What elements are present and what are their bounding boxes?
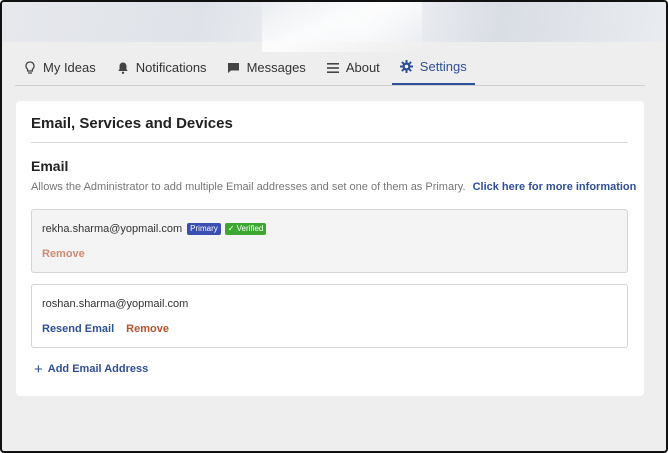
email-actions: Remove bbox=[42, 248, 97, 260]
tab-notifications[interactable]: Notifications bbox=[108, 50, 215, 85]
email-address-row: rekha.sharma@yopmail.com Primary ✓ Verif… bbox=[42, 223, 267, 235]
plus-icon: + bbox=[34, 360, 43, 378]
email-address: rekha.sharma@yopmail.com bbox=[42, 223, 183, 235]
email-entry-secondary: roshan.sharma@yopmail.com Resend Email R… bbox=[31, 284, 628, 348]
tab-about[interactable]: About bbox=[318, 50, 388, 85]
tab-bar: My Ideas Notifications Messages About Se… bbox=[15, 50, 645, 86]
more-info-link[interactable]: Click here for more information bbox=[473, 181, 637, 193]
description-text: Allows the Administrator to add multiple… bbox=[31, 181, 466, 193]
email-actions: Resend Email Remove bbox=[42, 323, 181, 335]
add-email-button[interactable]: + Add Email Address bbox=[34, 360, 149, 378]
verified-badge: ✓ Verified bbox=[224, 223, 267, 235]
email-section-description: Allows the Administrator to add multiple… bbox=[31, 181, 636, 193]
remove-button[interactable]: Remove bbox=[126, 323, 169, 335]
tab-label: Notifications bbox=[135, 60, 207, 75]
add-email-label: Add Email Address bbox=[47, 363, 149, 375]
tab-messages[interactable]: Messages bbox=[219, 50, 314, 85]
tab-label: About bbox=[345, 60, 380, 75]
lightbulb-icon bbox=[23, 60, 37, 75]
email-section-title: Email bbox=[31, 158, 69, 174]
gear-icon bbox=[400, 60, 414, 74]
resend-email-button[interactable]: Resend Email bbox=[42, 323, 114, 335]
card-title: Email, Services and Devices bbox=[31, 115, 233, 132]
tab-label: Settings bbox=[419, 59, 467, 74]
app-window: My Ideas Notifications Messages About Se… bbox=[0, 0, 668, 453]
divider bbox=[31, 142, 628, 143]
tab-label: My Ideas bbox=[43, 60, 96, 75]
primary-badge: Primary bbox=[187, 223, 221, 235]
remove-button[interactable]: Remove bbox=[42, 248, 85, 260]
menu-lines-icon bbox=[326, 61, 340, 75]
tab-settings[interactable]: Settings bbox=[391, 50, 475, 85]
email-address-row: roshan.sharma@yopmail.com bbox=[42, 298, 188, 310]
header-banner bbox=[2, 2, 666, 52]
email-address: roshan.sharma@yopmail.com bbox=[42, 298, 189, 310]
tab-my-ideas[interactable]: My Ideas bbox=[15, 50, 104, 85]
settings-card: Email, Services and Devices Email Allows… bbox=[16, 101, 644, 396]
tab-label: Messages bbox=[246, 60, 306, 75]
message-icon bbox=[227, 61, 241, 75]
email-entry-primary: rekha.sharma@yopmail.com Primary ✓ Verif… bbox=[31, 209, 628, 273]
bell-icon bbox=[116, 61, 130, 75]
